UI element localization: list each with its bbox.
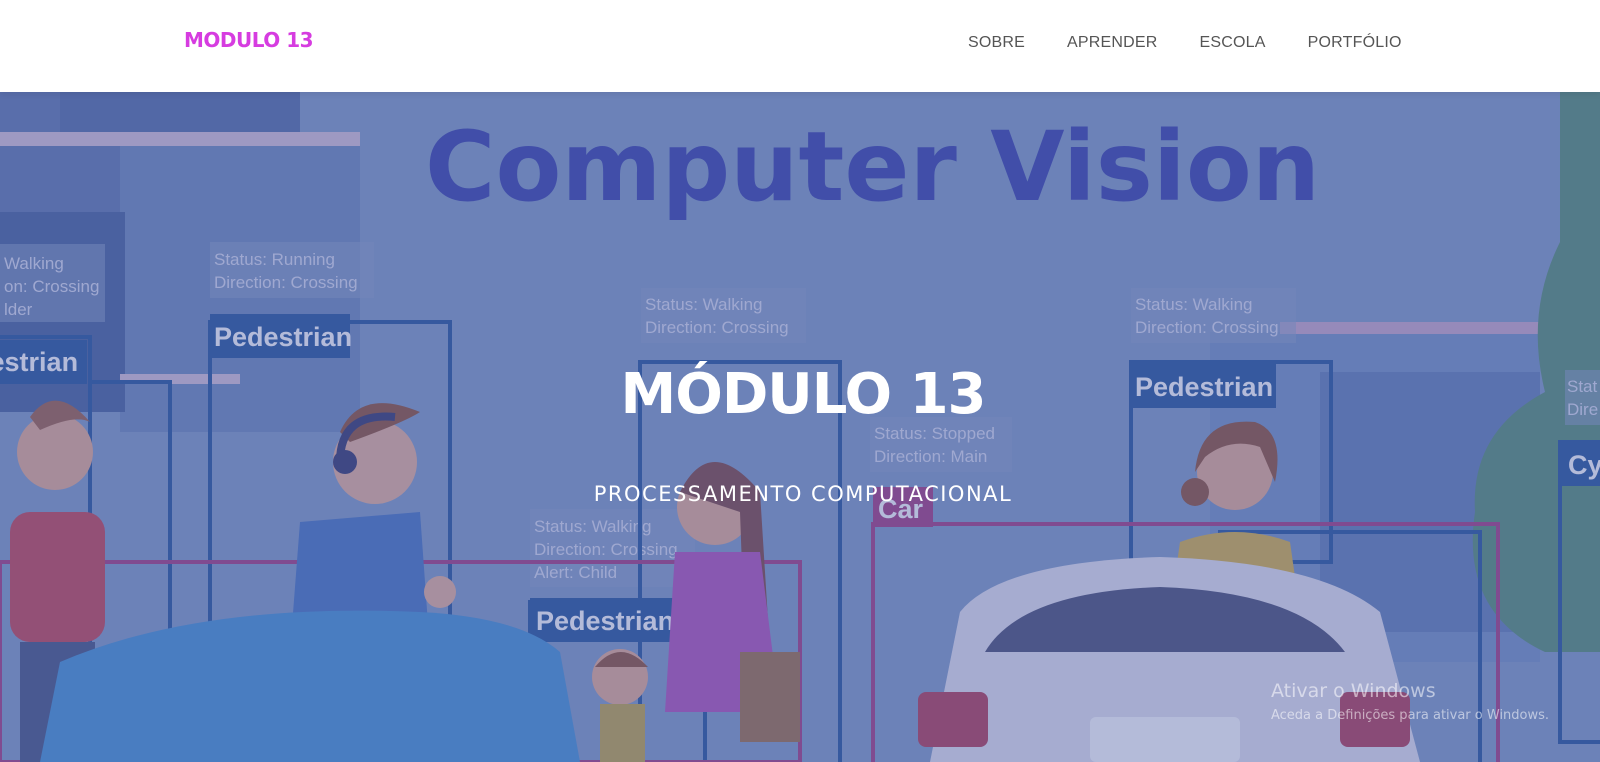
- hero-subtitle: PROCESSAMENTO COMPUTACIONAL: [593, 482, 1013, 506]
- nav-links: SOBRE APRENDER ESCOLA PORTFÓLIO: [968, 34, 1444, 52]
- nav-link-escola[interactable]: ESCOLA: [1200, 34, 1266, 52]
- windows-activation-watermark: Ativar o Windows Aceda a Definições para…: [1271, 680, 1549, 723]
- navbar: MODULO 13 SOBRE APRENDER ESCOLA PORTFÓLI…: [0, 0, 1600, 92]
- hero-title: MÓDULO 13: [620, 362, 986, 427]
- hero-section: Computer Vision Walking on: Crossing lde…: [0, 92, 1600, 762]
- nav-link-aprender[interactable]: APRENDER: [1067, 34, 1158, 52]
- nav-link-portfolio[interactable]: PORTFÓLIO: [1308, 34, 1402, 52]
- watermark-title: Ativar o Windows: [1271, 680, 1436, 702]
- hero-overlay: [0, 92, 1600, 762]
- brand-logo-link[interactable]: MODULO 13: [184, 28, 314, 52]
- watermark-subtitle: Aceda a Definições para ativar o Windows…: [1271, 708, 1550, 723]
- nav-link-sobre[interactable]: SOBRE: [968, 34, 1025, 52]
